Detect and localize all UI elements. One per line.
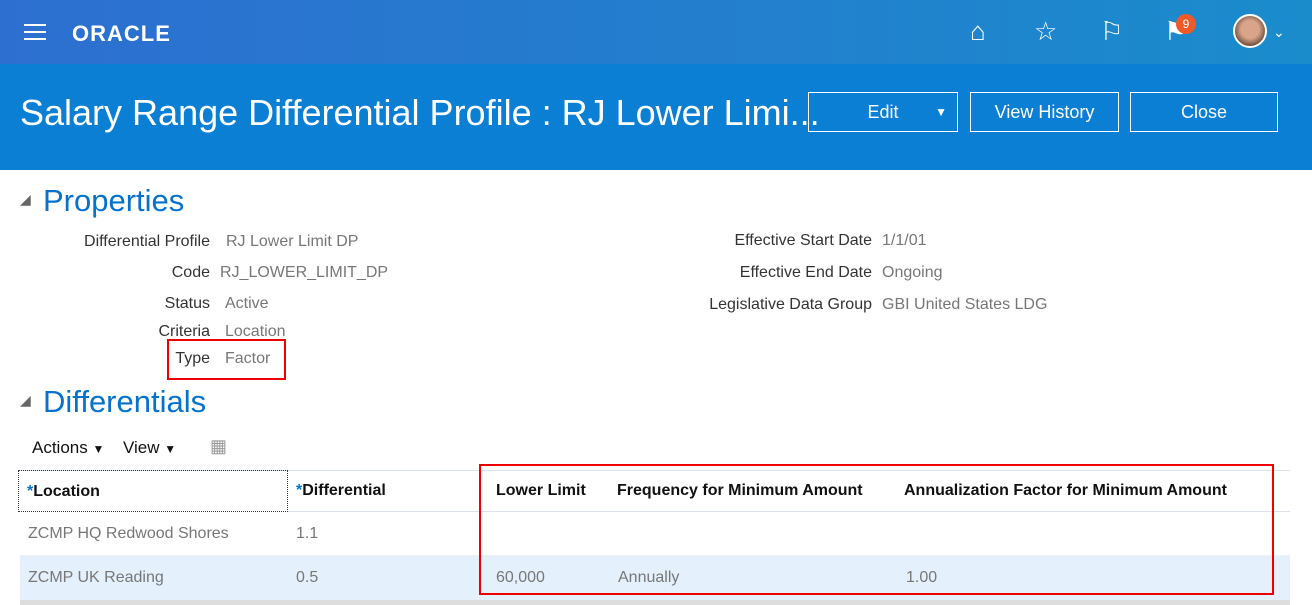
columns-highlight-box bbox=[479, 464, 1274, 595]
ldg-label: Legislative Data Group bbox=[709, 296, 872, 313]
user-avatar[interactable] bbox=[1233, 14, 1267, 48]
status-label: Status bbox=[164, 295, 210, 312]
effective-end-date-value: Ongoing bbox=[882, 264, 943, 281]
column-header-differential[interactable]: *Differential bbox=[288, 470, 478, 512]
location-cell: ZCMP UK Reading bbox=[28, 569, 164, 586]
dropdown-arrow-icon: ▼ bbox=[92, 442, 105, 456]
code-value: RJ_LOWER_LIMIT_DP bbox=[220, 264, 389, 281]
differential-profile-value: RJ Lower Limit DP bbox=[226, 233, 359, 250]
status-value: Active bbox=[225, 295, 269, 312]
properties-heading: Properties bbox=[43, 183, 185, 218]
flag-icon[interactable]: ⚐ bbox=[1100, 16, 1123, 47]
view-history-button[interactable]: View History bbox=[970, 92, 1119, 132]
differentials-heading: Differentials bbox=[43, 384, 207, 419]
detach-table-icon[interactable]: ▦ bbox=[210, 436, 227, 457]
favorites-star-icon[interactable]: ☆ bbox=[1034, 16, 1057, 47]
differential-cell: 1.1 bbox=[296, 525, 319, 542]
close-button[interactable]: Close bbox=[1130, 92, 1278, 132]
edit-label: Edit bbox=[867, 102, 899, 122]
differential-profile-label: Differential Profile bbox=[84, 233, 210, 250]
edit-button[interactable]: Edit ▼ bbox=[808, 92, 958, 132]
effective-start-date-value: 1/1/01 bbox=[882, 232, 927, 249]
menu-icon[interactable] bbox=[24, 24, 46, 40]
horizontal-scrollbar[interactable] bbox=[20, 600, 1290, 605]
column-header-location[interactable]: *Location bbox=[18, 470, 288, 512]
actions-menu[interactable]: Actions ▼ bbox=[32, 438, 104, 458]
page-title: Salary Range Differential Profile : RJ L… bbox=[20, 92, 820, 133]
type-highlight-box bbox=[167, 339, 286, 380]
location-cell: ZCMP HQ Redwood Shores bbox=[28, 525, 229, 542]
oracle-logo: ORACLE bbox=[72, 21, 171, 46]
notification-badge: 9 bbox=[1176, 14, 1196, 34]
chevron-down-icon[interactable]: ⌄ bbox=[1273, 24, 1285, 41]
collapse-properties-icon[interactable]: ◢ bbox=[20, 191, 31, 208]
differential-cell: 0.5 bbox=[296, 569, 319, 586]
column-label: Differential bbox=[302, 482, 386, 499]
effective-start-date-label: Effective Start Date bbox=[734, 232, 872, 249]
actions-label: Actions bbox=[32, 438, 88, 457]
code-label: Code bbox=[171, 264, 210, 281]
dropdown-arrow-icon: ▼ bbox=[164, 442, 177, 456]
ldg-value: GBI United States LDG bbox=[882, 296, 1048, 313]
home-icon[interactable]: ⌂ bbox=[970, 16, 986, 47]
effective-end-date-label: Effective End Date bbox=[739, 264, 872, 281]
dropdown-arrow-icon: ▼ bbox=[935, 105, 947, 119]
collapse-differentials-icon[interactable]: ◢ bbox=[20, 392, 31, 409]
view-label: View bbox=[123, 438, 160, 457]
view-menu[interactable]: View ▼ bbox=[123, 438, 176, 458]
column-label: Location bbox=[33, 483, 100, 500]
